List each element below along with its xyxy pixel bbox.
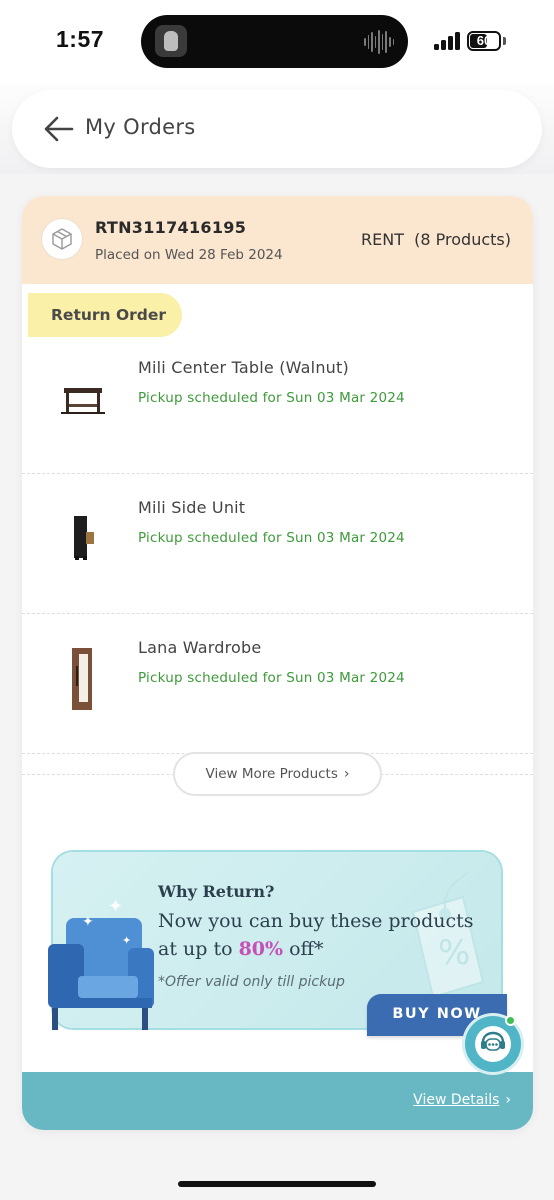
home-indicator[interactable] (178, 1181, 376, 1187)
order-placed-date: Placed on Wed 28 Feb 2024 (95, 247, 283, 263)
promo-headline: Now you can buy these products (158, 910, 474, 932)
wardrobe-icon (72, 648, 92, 710)
order-type-count: RENT (8 Products) (361, 230, 511, 249)
product-name: Mili Center Table (Walnut) (138, 358, 349, 377)
arrow-left-icon[interactable] (42, 112, 76, 146)
battery-percent: 60 (476, 33, 492, 48)
battery-icon: 60 (467, 31, 501, 51)
order-id: RTN3117416195 (95, 218, 247, 237)
order-card: RTN3117416195 Placed on Wed 28 Feb 2024 … (22, 196, 533, 1130)
view-more-products-button[interactable]: View More Products › (173, 752, 382, 796)
chat-bubble-icon (475, 1026, 511, 1062)
pickup-status: Pickup scheduled for Sun 03 Mar 2024 (138, 390, 405, 406)
list-item[interactable]: Lana Wardrobe Pickup scheduled for Sun 0… (22, 614, 533, 754)
promo-question: Why Return? (158, 882, 275, 901)
package-icon (42, 219, 82, 259)
status-bar: 1:57 60 (0, 0, 554, 84)
page-title: My Orders (85, 115, 196, 139)
view-more-section: View More Products › (22, 752, 533, 798)
promo-note: *Offer valid only till pickup (158, 974, 345, 990)
product-name: Mili Side Unit (138, 498, 246, 517)
audio-waveform-icon (364, 29, 395, 55)
list-item[interactable]: Mili Center Table (Walnut) Pickup schedu… (22, 334, 533, 474)
online-indicator (505, 1015, 516, 1026)
armchair-icon (48, 918, 154, 1030)
status-time: 1:57 (56, 26, 105, 52)
battery-tip (503, 37, 506, 45)
sparkle-icon: ✦ (108, 896, 124, 917)
chevron-right-icon: › (343, 766, 350, 782)
cellular-signal-icon (434, 32, 462, 50)
pickup-status: Pickup scheduled for Sun 03 Mar 2024 (138, 530, 405, 546)
promo-offer-prefix: at up to (158, 938, 239, 960)
promo-offer: at up to 80% off* (158, 938, 324, 960)
view-more-label: View More Products (205, 766, 338, 782)
promo-discount: 80% (238, 938, 284, 960)
view-details-link[interactable]: View Details › (413, 1092, 511, 1108)
order-card-header: RTN3117416195 Placed on Wed 28 Feb 2024 … (22, 196, 533, 284)
sparkle-icon: ✦ (122, 934, 132, 947)
order-card-footer: View Details › (22, 1072, 533, 1130)
sparkle-icon: ✦ (82, 914, 94, 930)
center-table-icon (61, 388, 105, 414)
page-header: My Orders (12, 90, 542, 168)
dynamic-island (141, 15, 408, 68)
return-order-badge: Return Order (28, 293, 182, 337)
svg-text:%: % (438, 933, 470, 973)
chevron-right-icon: › (505, 1092, 511, 1108)
view-details-label: View Details (413, 1092, 500, 1108)
product-name: Lana Wardrobe (138, 638, 262, 657)
list-item[interactable]: Mili Side Unit Pickup scheduled for Sun … (22, 474, 533, 614)
now-playing-thumbnail (155, 25, 187, 57)
side-unit-icon (74, 516, 94, 560)
promo-offer-suffix: off* (283, 938, 324, 960)
pickup-status: Pickup scheduled for Sun 03 Mar 2024 (138, 670, 405, 686)
